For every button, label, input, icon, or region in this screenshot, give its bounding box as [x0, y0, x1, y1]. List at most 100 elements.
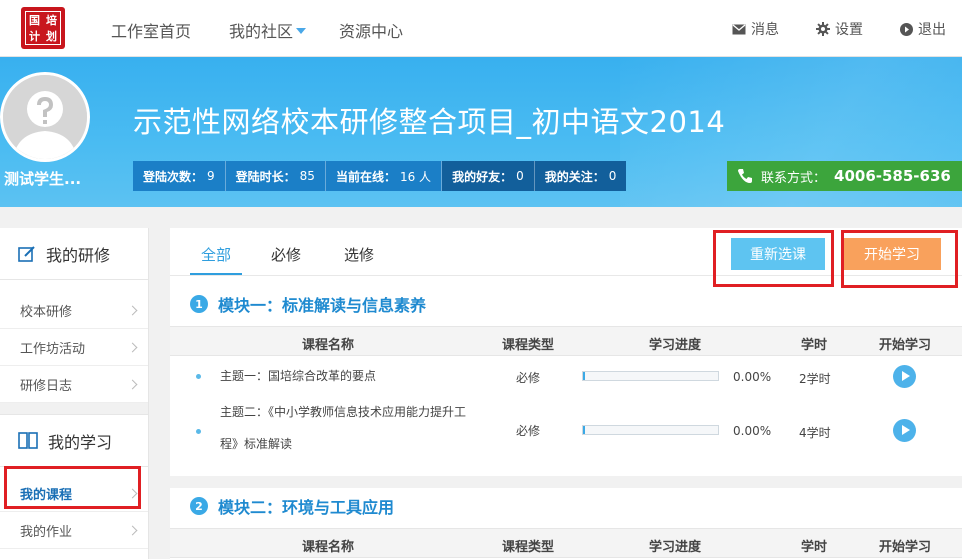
course-type: 必修	[516, 424, 541, 438]
avatar[interactable]	[0, 72, 90, 162]
col-start: 开始学习	[879, 338, 932, 353]
phone-icon	[738, 169, 752, 183]
bullet	[196, 374, 201, 379]
logout-icon	[900, 22, 913, 36]
user-stats-bar: 登陆次数： 9 登陆时长： 85 当前在线： 16 人 我的好友： 0 我的关注…	[133, 161, 627, 191]
play-button[interactable]	[893, 419, 916, 442]
highlight-box-start	[841, 230, 958, 288]
stat-value: 85	[299, 169, 315, 183]
progress-percent: 0.00%	[733, 370, 772, 384]
module-title: 2 模块二：环境与工具应用	[190, 494, 394, 518]
stat-value: 9	[207, 169, 215, 183]
module-number: 1	[190, 295, 208, 313]
book-icon	[18, 431, 38, 449]
project-title: 示范性网络校本研修整合项目_初中语文2014	[133, 105, 726, 139]
messages-label: 消息	[751, 22, 779, 38]
logout-link[interactable]: 退出	[900, 19, 946, 39]
stat-label: 我的关注：	[544, 169, 605, 184]
table-header: 课程名称 课程类型 学习进度 学时 开始学习	[170, 528, 962, 558]
col-course-type: 课程类型	[502, 338, 555, 353]
stat-online-now: 当前在线： 16 人	[326, 161, 443, 191]
module-name: 模块一：标准解读与信息素养	[218, 296, 427, 315]
logo-char: 计	[29, 29, 40, 43]
highlight-box-my-courses	[4, 466, 141, 509]
stat-my-friends[interactable]: 我的好友： 0	[442, 161, 535, 191]
logout-label: 退出	[918, 22, 946, 38]
module-divider	[170, 476, 962, 488]
contact-label: 联系方式：	[761, 170, 827, 186]
messages-link[interactable]: 消息	[732, 19, 779, 39]
contact-number: 4006-585-636	[834, 167, 951, 185]
edit-icon	[18, 245, 35, 262]
stat-label: 登陆次数：	[143, 169, 204, 184]
sidebar: 我的研修 校本研修 工作坊活动 研修日志 我的学习 我的课程 我的作业	[0, 228, 149, 559]
stat-value: 16 人	[399, 169, 432, 184]
table-row: 主题一：国培综合改革的要点 必修 0.00% 2学时	[170, 362, 962, 392]
logo-char: 国	[29, 13, 40, 27]
module-name: 模块二：环境与工具应用	[218, 498, 395, 517]
nav-studio-home[interactable]: 工作室首页	[111, 18, 191, 42]
profile-banner: 测试学生... 示范性网络校本研修整合项目_初中语文2014 登陆次数： 9 登…	[0, 57, 962, 207]
stat-label: 我的好友：	[452, 169, 513, 184]
guopei-logo[interactable]: 国 培 计 划	[21, 7, 65, 49]
divider	[0, 403, 148, 415]
stat-label: 登陆时长：	[235, 169, 296, 184]
stat-value: 0	[608, 169, 617, 183]
settings-link[interactable]: 设置	[816, 19, 863, 39]
highlight-box-reselect	[713, 230, 834, 287]
logo-char: 划	[46, 29, 57, 43]
col-course-type: 课程类型	[502, 540, 555, 555]
sidebar-section-my-training: 我的研修	[0, 228, 148, 280]
course-name[interactable]: 主题二：《中小学教师信息技术应用能力提升工	[220, 398, 466, 426]
col-progress: 学习进度	[649, 338, 702, 353]
top-nav: 国 培 计 划 工作室首页 我的社区 资源中心 消息 设置 退出	[0, 0, 962, 57]
sidebar-section-title: 我的研修	[46, 245, 111, 265]
gear-icon	[816, 22, 830, 36]
course-name-line2[interactable]: 程》标准解读	[220, 430, 292, 458]
progress-fill	[583, 426, 586, 434]
sidebar-item-my-homework[interactable]: 我的作业	[0, 512, 148, 549]
sidebar-item-school-training[interactable]: 校本研修	[0, 292, 148, 329]
stat-value: 0	[516, 169, 524, 183]
sidebar-item-workshop[interactable]: 工作坊活动	[0, 329, 148, 366]
module-number: 2	[190, 497, 208, 515]
default-avatar-icon	[3, 75, 87, 159]
tab-all[interactable]: 全部	[201, 244, 231, 265]
stat-login-count: 登陆次数： 9	[133, 161, 226, 191]
table-header: 课程名称 课程类型 学习进度 学时 开始学习	[170, 326, 962, 356]
course-hours: 4学时	[799, 426, 831, 440]
tab-elective[interactable]: 选修	[344, 244, 374, 265]
table-row: 主题二：《中小学教师信息技术应用能力提升工 程》标准解读 必修 0.00% 4学…	[170, 398, 962, 460]
col-progress: 学习进度	[649, 540, 702, 555]
col-course-name: 课程名称	[302, 540, 355, 555]
col-course-name: 课程名称	[302, 338, 355, 353]
progress-percent: 0.00%	[733, 424, 772, 438]
course-name[interactable]: 主题一：国培综合改革的要点	[220, 362, 376, 390]
module-title: 1 模块一：标准解读与信息素养	[190, 292, 426, 316]
sidebar-section-my-learning: 我的学习	[0, 415, 148, 467]
nav-my-community[interactable]: 我的社区	[229, 18, 306, 42]
envelope-icon	[732, 24, 746, 34]
col-start: 开始学习	[879, 540, 932, 555]
tab-required[interactable]: 必修	[271, 244, 301, 265]
play-button[interactable]	[893, 365, 916, 388]
stat-label: 当前在线：	[335, 169, 396, 184]
settings-label: 设置	[835, 22, 863, 38]
course-type: 必修	[516, 371, 541, 385]
sidebar-item-training-log[interactable]: 研修日志	[0, 366, 148, 403]
stat-my-follows[interactable]: 我的关注： 0	[534, 161, 627, 191]
active-tab-indicator	[190, 273, 242, 275]
logo-char: 培	[46, 13, 57, 27]
course-hours: 2学时	[799, 372, 831, 386]
contact-box: 联系方式： 4006-585-636	[727, 161, 962, 191]
progress-fill	[583, 372, 586, 380]
col-hours: 学时	[801, 540, 828, 555]
stat-login-duration: 登陆时长： 85	[226, 161, 326, 191]
progress-bar	[582, 371, 719, 381]
sidebar-section-title: 我的学习	[48, 432, 113, 452]
nav-resource-center[interactable]: 资源中心	[339, 18, 403, 42]
col-hours: 学时	[801, 338, 828, 353]
username: 测试学生...	[4, 170, 82, 188]
bullet	[196, 429, 201, 434]
